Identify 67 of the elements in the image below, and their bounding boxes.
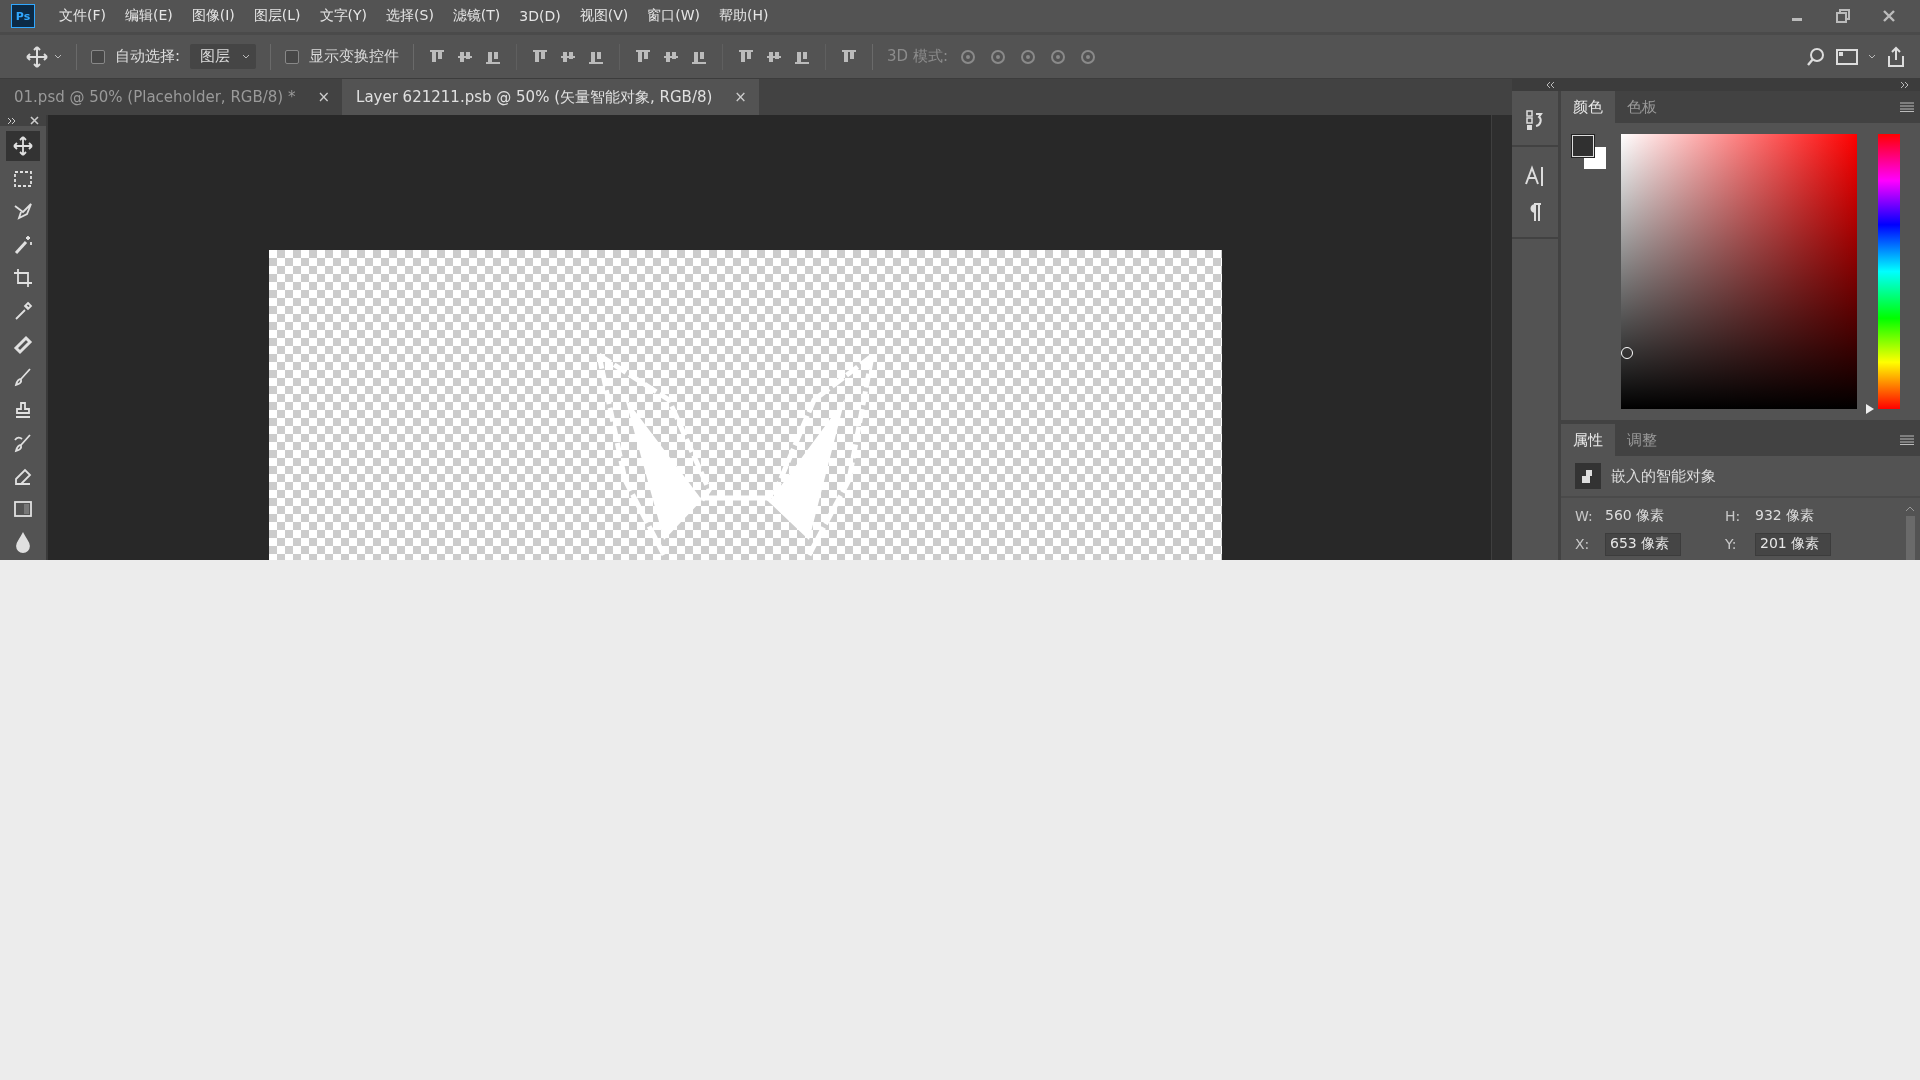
checkbox[interactable] <box>91 49 105 64</box>
caret-icon[interactable] <box>54 53 62 60</box>
panel-tab[interactable]: 属性 <box>1561 424 1615 456</box>
menu-item[interactable]: 编辑(E) <box>125 7 173 25</box>
move-tool-icon <box>12 135 34 157</box>
tab-close-button[interactable]: × <box>317 88 331 106</box>
position-field[interactable]: 201 像素 <box>1755 532 1831 556</box>
crop-tool-icon <box>12 267 34 289</box>
panel-tab[interactable]: 调整 <box>1615 424 1669 456</box>
document-tab[interactable]: Layer 621211.psb @ 50% (矢量智能对象, RGB/8) × <box>342 79 759 115</box>
collapse-icon[interactable] <box>6 116 17 125</box>
vertical-scrollbar[interactable] <box>1491 115 1512 560</box>
menu-item[interactable]: 选择(S) <box>386 7 434 25</box>
close-icon[interactable] <box>30 116 40 126</box>
panel-tab[interactable]: 色板 <box>1615 91 1669 123</box>
checkbox[interactable] <box>285 49 300 64</box>
color-field[interactable] <box>1621 134 1857 409</box>
menu-item[interactable]: 图层(L) <box>253 7 301 25</box>
layer-dropdown[interactable]: 图层 <box>190 44 257 69</box>
workspace-icon[interactable] <box>1836 47 1858 66</box>
menu-item[interactable]: 文字(Y) <box>319 7 368 25</box>
collapse-icon[interactable] <box>1546 81 1556 89</box>
menu-item[interactable]: 滤镜(T) <box>452 7 501 25</box>
move-tool-icon[interactable] <box>26 45 48 68</box>
menu-item[interactable]: 视图(V) <box>579 7 629 25</box>
dimension-value: 932 像素 <box>1755 507 1815 525</box>
marquee-tool-icon <box>12 168 34 190</box>
tool-button[interactable] <box>6 131 40 161</box>
scroll-up-icon[interactable] <box>1905 506 1915 512</box>
auto-select-label: 自动选择: <box>115 47 181 66</box>
app-logo[interactable]: Ps <box>11 4 35 28</box>
menu-item[interactable]: 帮助(H) <box>719 7 769 25</box>
menu-icon[interactable] <box>1900 435 1914 445</box>
menu-icon[interactable] <box>1900 102 1914 112</box>
healing-tool-icon <box>12 333 34 355</box>
menu-item[interactable]: 窗口(W) <box>647 7 701 25</box>
wand-tool-icon <box>12 234 34 256</box>
hue-slider[interactable] <box>1866 134 1900 414</box>
character-icon[interactable] <box>1524 165 1546 187</box>
share-icon[interactable] <box>1886 45 1906 68</box>
caret-icon[interactable] <box>242 53 251 60</box>
menu-item[interactable]: 文件(F) <box>59 7 106 25</box>
field-label: W: <box>1575 508 1594 524</box>
close-icon[interactable] <box>1882 9 1896 23</box>
document-tab[interactable]: 01.psd @ 50% (Placeholder, RGB/8) * × <box>0 79 343 115</box>
restore-icon[interactable] <box>1836 9 1850 23</box>
object-type-label: 嵌入的智能对象 <box>1611 466 1716 486</box>
search-icon[interactable] <box>1806 46 1826 67</box>
scrollbar-thumb[interactable] <box>1905 516 1915 560</box>
panel-tab[interactable]: 颜色 <box>1561 91 1615 123</box>
history-tool-icon <box>12 432 34 454</box>
color-swatches[interactable] <box>1571 134 1609 172</box>
field-label: Y: <box>1725 536 1738 552</box>
smart-object-icon <box>1575 463 1601 489</box>
field-label: H: <box>1725 508 1742 524</box>
menu-item[interactable]: 图像(I) <box>191 7 235 25</box>
tab-close-button[interactable]: × <box>734 88 747 106</box>
show-transform-label: 显示变换控件 <box>309 47 400 66</box>
history-icon[interactable] <box>1524 109 1546 131</box>
field-label: X: <box>1575 536 1591 552</box>
menu-item[interactable]: 3D(D) <box>519 8 561 24</box>
position-field[interactable]: 653 像素 <box>1605 532 1681 556</box>
brush-tool-icon <box>12 366 34 388</box>
expand-icon[interactable] <box>1900 81 1910 89</box>
caret-icon[interactable] <box>1868 53 1876 60</box>
gradient-tool-icon <box>12 498 34 520</box>
dimension-value: 560 像素 <box>1605 507 1665 525</box>
